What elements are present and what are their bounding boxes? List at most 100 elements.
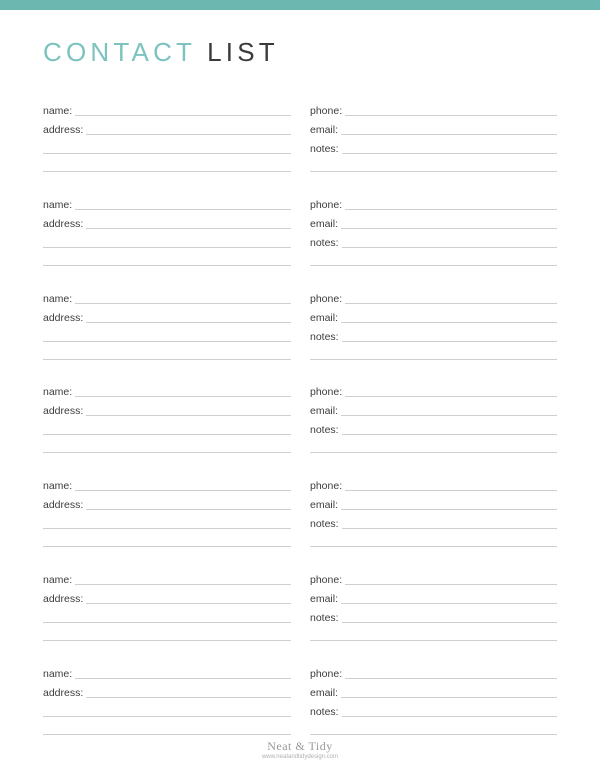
email-field-line[interactable]	[341, 603, 557, 604]
notes-row: notes:	[310, 329, 557, 343]
address-continuation-row	[43, 440, 291, 454]
phone-field-line[interactable]	[345, 490, 557, 491]
email-field-line[interactable]	[341, 415, 557, 416]
blank-field-line[interactable]	[43, 341, 291, 342]
blank-field-line[interactable]	[43, 640, 291, 641]
contact-right-column: phone: email: notes:	[310, 293, 557, 379]
email-field-line[interactable]	[341, 134, 557, 135]
notes-field-line[interactable]	[341, 716, 557, 717]
notes-row: notes:	[310, 516, 557, 530]
email-field-line[interactable]	[341, 322, 557, 323]
page-title-list: LIST	[207, 37, 279, 67]
email-field-line[interactable]	[341, 228, 557, 229]
notes-continuation-row	[310, 159, 557, 173]
name-field-line[interactable]	[75, 396, 291, 397]
notes-field-line[interactable]	[341, 434, 557, 435]
contact-entry: name: address: phone: email: notes:	[0, 293, 600, 379]
email-row: email:	[310, 310, 557, 324]
phone-field-line[interactable]	[345, 303, 557, 304]
address-field-line[interactable]	[86, 603, 291, 604]
phone-row: phone:	[310, 572, 557, 586]
blank-field-line[interactable]	[43, 171, 291, 172]
address-field-line[interactable]	[86, 134, 291, 135]
address-row: address:	[43, 403, 291, 417]
blank-field-line[interactable]	[43, 622, 291, 623]
blank-field-line[interactable]	[43, 265, 291, 266]
blank-field-line[interactable]	[43, 434, 291, 435]
email-field-line[interactable]	[341, 697, 557, 698]
address-field-line[interactable]	[86, 509, 291, 510]
name-field-line[interactable]	[75, 209, 291, 210]
notes-field-line[interactable]	[341, 341, 557, 342]
name-field-line[interactable]	[75, 584, 291, 585]
address-label: address:	[43, 593, 84, 605]
phone-field-line[interactable]	[345, 678, 557, 679]
blank-field-line[interactable]	[310, 640, 557, 641]
phone-field-line[interactable]	[345, 209, 557, 210]
blank-field-line[interactable]	[43, 528, 291, 529]
name-label: name:	[43, 386, 73, 398]
address-row: address:	[43, 122, 291, 136]
phone-field-line[interactable]	[345, 396, 557, 397]
blank-field-line[interactable]	[310, 452, 557, 453]
name-row: name:	[43, 478, 291, 492]
name-field-line[interactable]	[75, 678, 291, 679]
name-label: name:	[43, 199, 73, 211]
address-field-line[interactable]	[86, 228, 291, 229]
contact-entry: name: address: phone: email: notes:	[0, 574, 600, 660]
name-row: name:	[43, 291, 291, 305]
address-continuation-row	[43, 704, 291, 718]
name-label: name:	[43, 293, 73, 305]
address-continuation-row	[43, 516, 291, 530]
address-row: address:	[43, 685, 291, 699]
phone-field-line[interactable]	[345, 584, 557, 585]
blank-field-line[interactable]	[43, 734, 291, 735]
blank-field-line[interactable]	[43, 359, 291, 360]
name-row: name:	[43, 197, 291, 211]
notes-continuation-row	[310, 347, 557, 361]
notes-field-line[interactable]	[341, 528, 557, 529]
blank-field-line[interactable]	[310, 734, 557, 735]
blank-field-line[interactable]	[310, 171, 557, 172]
name-field-line[interactable]	[75, 490, 291, 491]
address-field-line[interactable]	[86, 697, 291, 698]
blank-field-line[interactable]	[310, 265, 557, 266]
email-label: email:	[310, 687, 339, 699]
address-row: address:	[43, 310, 291, 324]
notes-continuation-row	[310, 722, 557, 736]
address-row: address:	[43, 591, 291, 605]
blank-field-line[interactable]	[310, 546, 557, 547]
blank-field-line[interactable]	[43, 153, 291, 154]
blank-field-line[interactable]	[310, 359, 557, 360]
email-label: email:	[310, 312, 339, 324]
blank-field-line[interactable]	[43, 546, 291, 547]
email-row: email:	[310, 685, 557, 699]
phone-label: phone:	[310, 668, 343, 680]
notes-field-line[interactable]	[341, 622, 557, 623]
blank-field-line[interactable]	[43, 247, 291, 248]
notes-label: notes:	[310, 518, 339, 530]
phone-row: phone:	[310, 666, 557, 680]
address-continuation-row	[43, 159, 291, 173]
blank-field-line[interactable]	[43, 716, 291, 717]
notes-field-line[interactable]	[341, 153, 557, 154]
email-field-line[interactable]	[341, 509, 557, 510]
contact-left-column: name: address:	[43, 386, 291, 472]
notes-field-line[interactable]	[341, 247, 557, 248]
phone-label: phone:	[310, 293, 343, 305]
contact-left-column: name: address:	[43, 199, 291, 285]
address-field-line[interactable]	[86, 322, 291, 323]
notes-row: notes:	[310, 141, 557, 155]
phone-field-line[interactable]	[345, 115, 557, 116]
blank-field-line[interactable]	[43, 452, 291, 453]
address-row: address:	[43, 216, 291, 230]
name-field-line[interactable]	[75, 115, 291, 116]
address-continuation-row	[43, 534, 291, 548]
contact-left-column: name: address:	[43, 105, 291, 191]
name-field-line[interactable]	[75, 303, 291, 304]
contact-right-column: phone: email: notes:	[310, 386, 557, 472]
notes-label: notes:	[310, 612, 339, 624]
address-continuation-row	[43, 329, 291, 343]
email-row: email:	[310, 497, 557, 511]
address-field-line[interactable]	[86, 415, 291, 416]
